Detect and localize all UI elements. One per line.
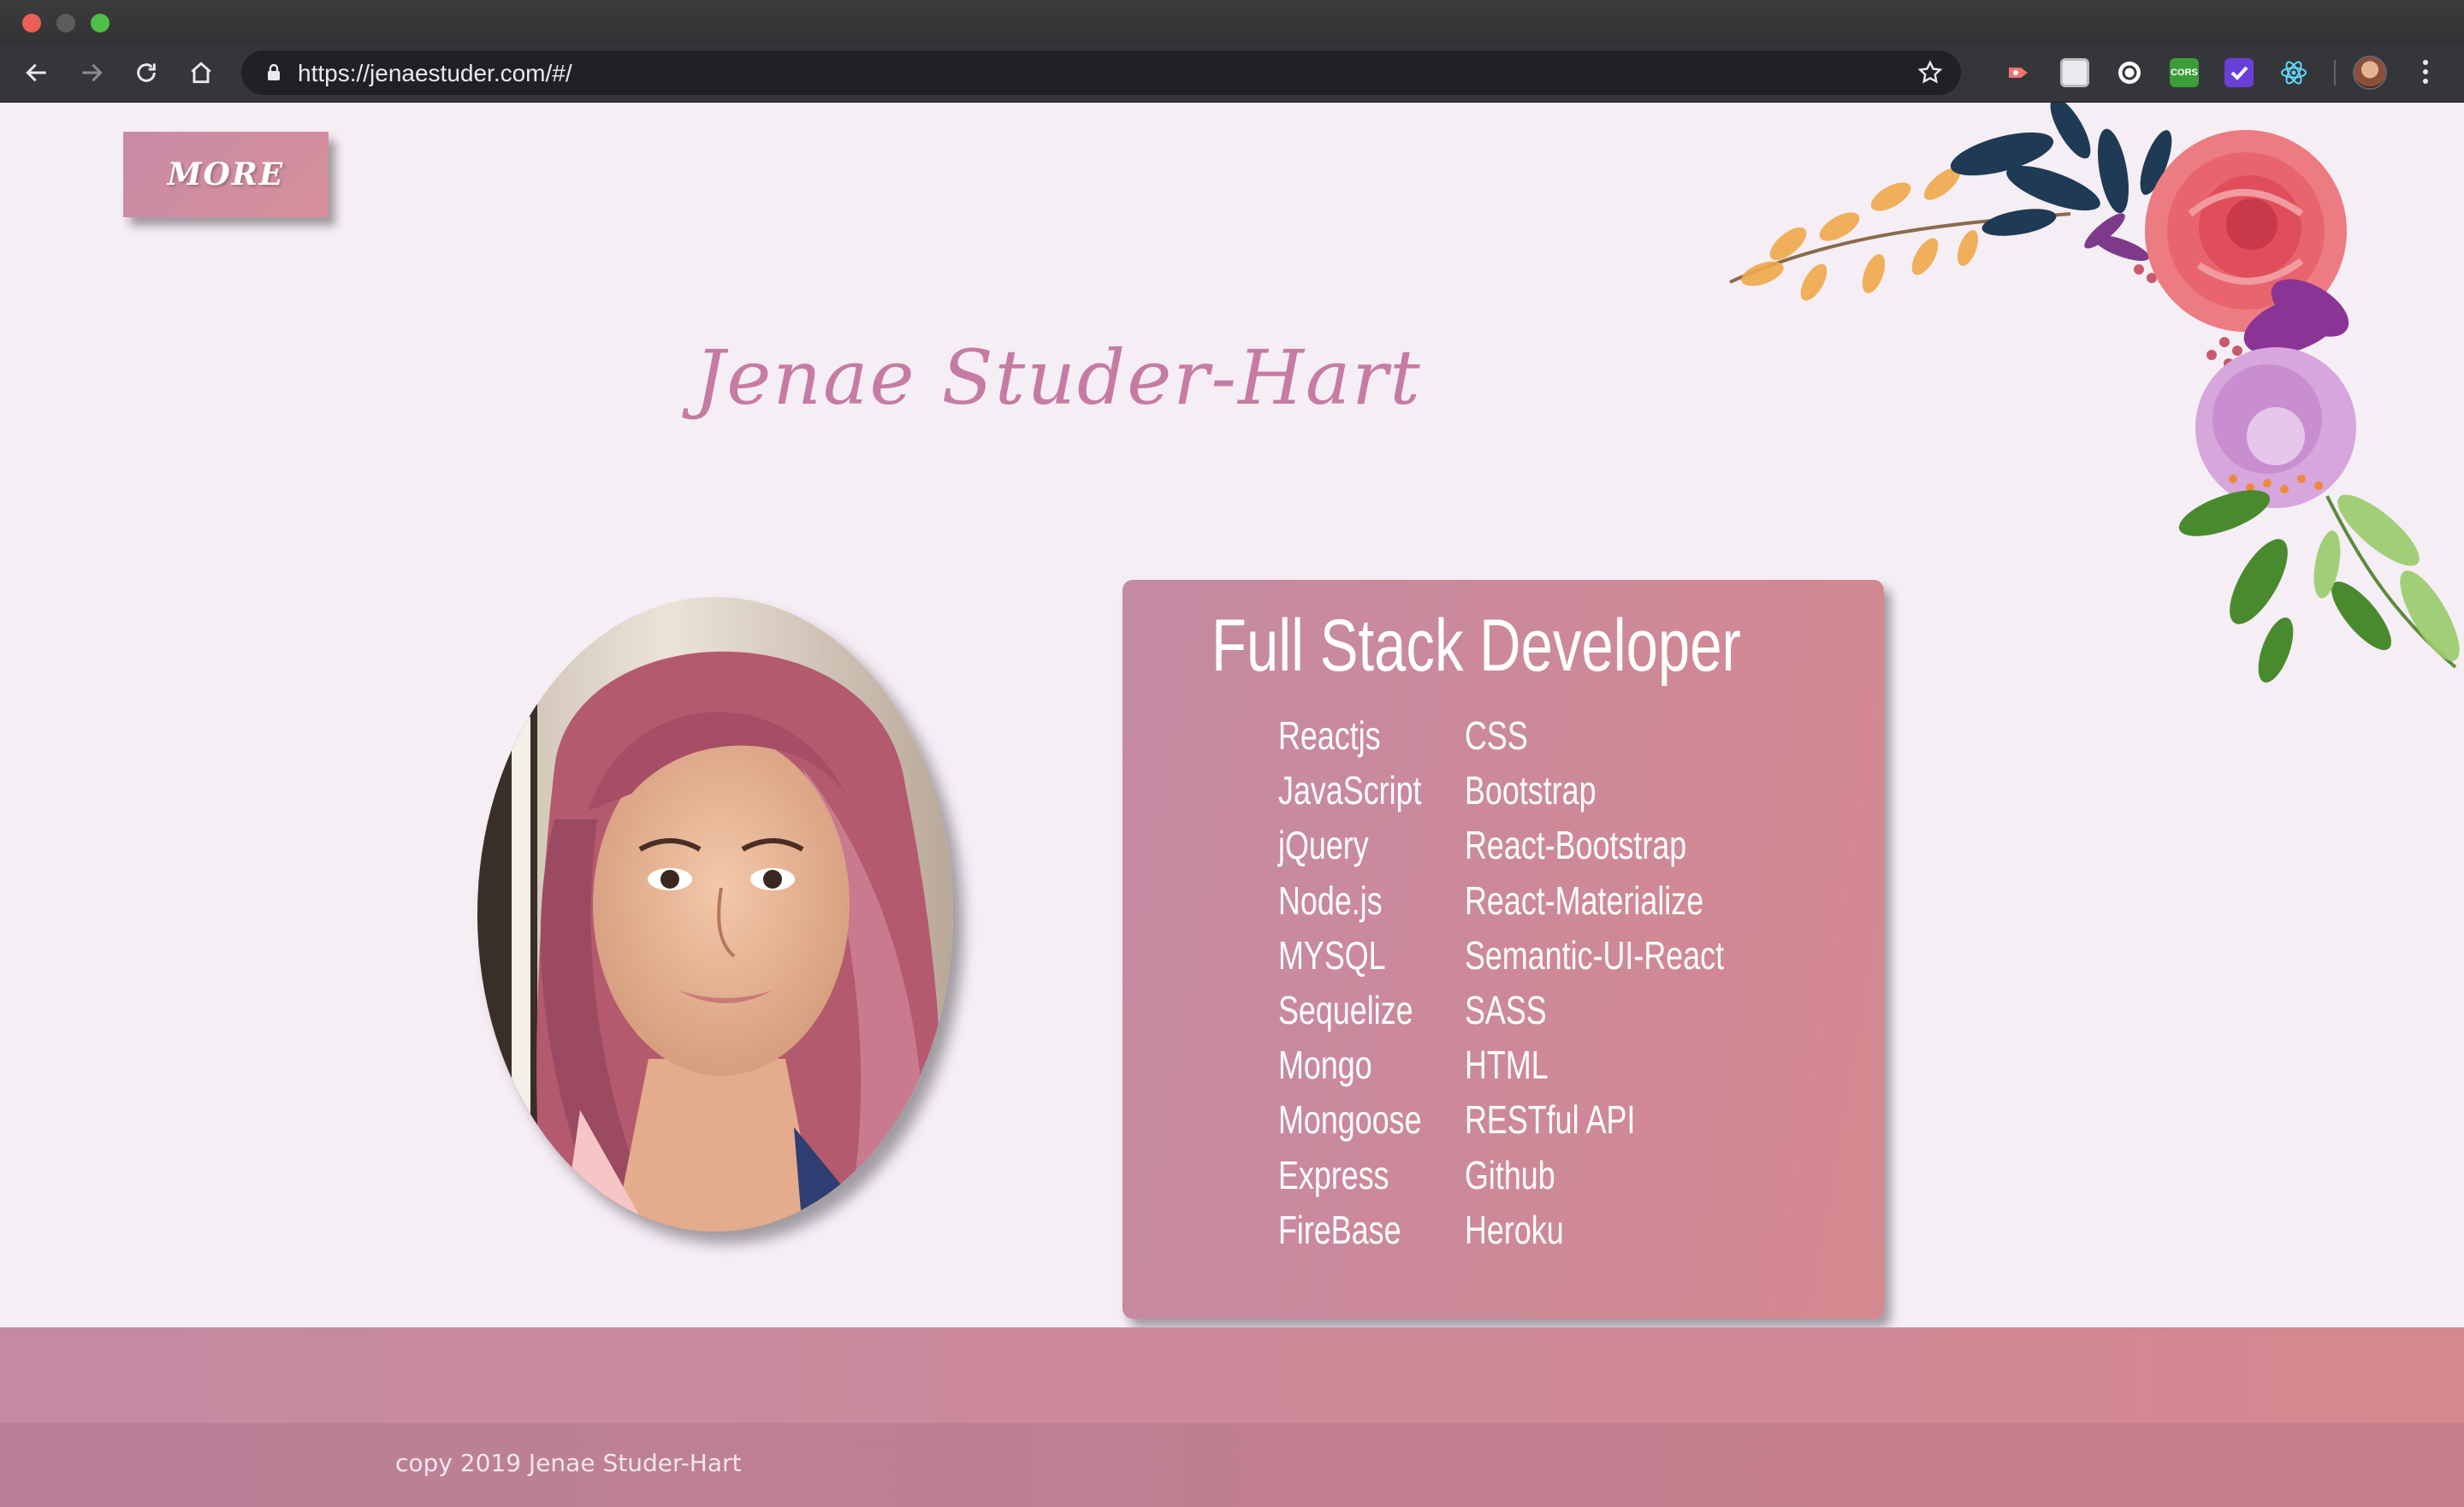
- arrow-right-icon: [82, 63, 103, 82]
- home-button[interactable]: [181, 53, 221, 92]
- bookmark-star-icon[interactable]: [1916, 59, 1944, 86]
- minimize-window-button[interactable]: [56, 14, 75, 33]
- skill-item: Sequelize: [1278, 987, 1413, 1032]
- profile-photo: [477, 597, 953, 1232]
- skills-card: Full Stack Developer Reactjs JavaScript …: [1122, 580, 1884, 1319]
- reload-button[interactable]: [127, 53, 166, 92]
- skill-item: Mongoose: [1278, 1097, 1422, 1143]
- skill-item: jQuery: [1278, 823, 1369, 868]
- arrow-left-icon: [26, 63, 46, 82]
- window-titlebar: [0, 0, 2464, 43]
- page-extension-icon[interactable]: [2060, 58, 2089, 87]
- skill-item: Reactjs: [1278, 713, 1381, 758]
- menu-kebab-icon[interactable]: [2413, 55, 2438, 89]
- check-extension-icon[interactable]: [2224, 58, 2254, 87]
- toolbar-separator: [2334, 60, 2336, 86]
- maximize-window-button[interactable]: [91, 14, 110, 33]
- more-button[interactable]: MORE: [123, 132, 329, 217]
- skill-item: Github: [1465, 1152, 1555, 1197]
- copyright-text: copy 2019 Jenae Studer-Hart: [395, 1449, 742, 1477]
- url-text: https://jenaestuder.com/#/: [298, 60, 572, 87]
- skill-item: Express: [1278, 1152, 1389, 1197]
- profile-avatar[interactable]: [2353, 56, 2387, 90]
- page-title: Jenae Studer-Hart: [695, 334, 1422, 422]
- browser-toolbar: https://jenaestuder.com/#/ CORS: [0, 43, 2464, 103]
- skills-column-2: CSS Bootstrap React-Bootstrap React-Mate…: [1465, 708, 1798, 1257]
- skill-item: FireBase: [1278, 1207, 1401, 1252]
- url-host: jenaestuder.com/#/: [370, 60, 572, 86]
- skill-item: React-Bootstrap: [1465, 823, 1687, 868]
- react-devtools-icon[interactable]: [2279, 58, 2308, 87]
- skill-item: RESTful API: [1465, 1097, 1636, 1143]
- skill-item: MYSQL: [1278, 932, 1386, 978]
- skill-item: Bootstrap: [1465, 768, 1596, 813]
- page-content: MORE Jenae Studer-Hart Full Stack Develo…: [0, 103, 2464, 1507]
- recorder-extension-icon[interactable]: [2005, 58, 2035, 87]
- skill-item: Semantic-UI-React: [1465, 932, 1725, 978]
- cors-extension-icon[interactable]: CORS: [2170, 58, 2199, 87]
- skill-item: Node.js: [1278, 878, 1383, 923]
- skill-item: React-Materialize: [1465, 878, 1704, 923]
- skills-title: Full Stack Developer: [1211, 605, 1741, 687]
- circle-extension-icon[interactable]: [2115, 58, 2144, 87]
- home-icon: [191, 62, 211, 84]
- skill-item: CSS: [1465, 713, 1528, 758]
- address-bar[interactable]: https://jenaestuder.com/#/: [241, 50, 1961, 95]
- skill-item: SASS: [1465, 987, 1547, 1032]
- portrait-image: [477, 597, 953, 1232]
- skill-item: Heroku: [1465, 1207, 1564, 1252]
- reload-icon: [137, 63, 156, 82]
- cors-label: CORS: [2171, 68, 2198, 78]
- lock-icon: [268, 63, 280, 80]
- footer: copy 2019 Jenae Studer-Hart: [0, 1423, 2464, 1507]
- skill-item: JavaScript: [1278, 768, 1422, 813]
- close-window-button[interactable]: [22, 14, 41, 33]
- skills-column-1: Reactjs JavaScript jQuery Node.js MYSQL …: [1278, 708, 1462, 1257]
- forward-button[interactable]: [72, 53, 111, 92]
- url-scheme: https://: [298, 60, 370, 86]
- footer-band: [0, 1327, 2464, 1423]
- skill-item: Mongo: [1278, 1043, 1372, 1088]
- skill-item: HTML: [1465, 1043, 1549, 1088]
- back-button[interactable]: [17, 53, 56, 92]
